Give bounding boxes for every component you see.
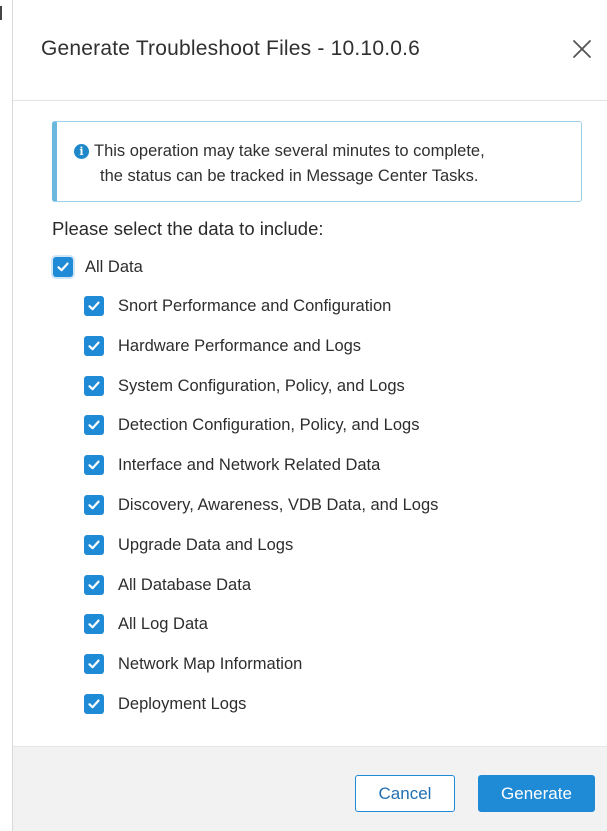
checkbox-option-label: All Log Data [118, 614, 208, 633]
generate-troubleshoot-dialog: Generate Troubleshoot Files - 10.10.0.6 … [12, 0, 607, 831]
checkbox-option-label: Interface and Network Related Data [118, 455, 381, 474]
checkbox-option-label: Network Map Information [118, 654, 303, 673]
dialog-footer: Cancel Generate [13, 746, 607, 831]
checkbox-option-box[interactable] [84, 296, 104, 316]
cancel-button[interactable]: Cancel [355, 775, 455, 812]
dialog-header: Generate Troubleshoot Files - 10.10.0.6 [13, 0, 607, 101]
checkbox-option[interactable]: Upgrade Data and Logs [84, 533, 293, 557]
info-line-2: the status can be tracked in Message Cen… [100, 167, 479, 185]
window-edge-mark [0, 6, 12, 20]
checkbox-option-label: Snort Performance and Configuration [118, 296, 392, 315]
checkmark-icon [88, 619, 100, 629]
info-message: i This operation may take several minutes… [52, 121, 582, 202]
checkmark-icon [88, 341, 100, 351]
checkbox-all-data-label: All Data [85, 257, 143, 276]
checkbox-option-box[interactable] [84, 575, 104, 595]
checkbox-option[interactable]: All Log Data [84, 612, 208, 636]
checkbox-option[interactable]: Deployment Logs [84, 692, 246, 716]
checkbox-option-box[interactable] [84, 614, 104, 634]
checkbox-option-label: Upgrade Data and Logs [118, 535, 294, 554]
checkbox-option-label: Deployment Logs [118, 694, 247, 713]
close-icon [573, 40, 591, 58]
checkbox-option-box[interactable] [84, 376, 104, 396]
checkbox-option-label: All Database Data [118, 575, 251, 594]
checkbox-option-label: System Configuration, Policy, and Logs [118, 376, 405, 395]
checkbox-option-label: Hardware Performance and Logs [118, 336, 362, 355]
generate-button[interactable]: Generate [478, 775, 595, 812]
checkbox-option[interactable]: System Configuration, Policy, and Logs [84, 374, 405, 398]
checkbox-option-label: Detection Configuration, Policy, and Log… [118, 415, 420, 434]
checkbox-option[interactable]: Discovery, Awareness, VDB Data, and Logs [84, 493, 438, 517]
dialog-title: Generate Troubleshoot Files - 10.10.0.6 [41, 37, 421, 60]
checkbox-option-box[interactable] [84, 535, 104, 555]
checkmark-icon [88, 460, 100, 470]
checkmark-icon [88, 580, 100, 590]
checkbox-all-data[interactable]: All Data [53, 255, 143, 279]
checkbox-option-box[interactable] [84, 336, 104, 356]
checkbox-option-label: Discovery, Awareness, VDB Data, and Logs [118, 495, 439, 514]
checkbox-option[interactable]: All Database Data [84, 573, 251, 597]
checkmark-icon [88, 301, 100, 311]
checkbox-option-box[interactable] [84, 694, 104, 714]
checkbox-all-data-box[interactable] [53, 257, 73, 277]
checkmark-icon [88, 381, 100, 391]
checkbox-option[interactable]: Hardware Performance and Logs [84, 334, 361, 358]
checkmark-icon [88, 659, 100, 669]
info-icon: i [74, 144, 89, 159]
checkmark-icon [88, 500, 100, 510]
checkmark-icon [88, 540, 100, 550]
checkbox-option-box[interactable] [84, 654, 104, 674]
checkbox-option-box[interactable] [84, 415, 104, 435]
checkbox-option-box[interactable] [84, 495, 104, 515]
info-line-1: i This operation may take several minutes… [74, 139, 567, 164]
select-data-prompt: Please select the data to include: [52, 218, 324, 239]
checkbox-option[interactable]: Snort Performance and Configuration [84, 294, 391, 318]
checkmark-icon [88, 420, 100, 430]
checkmark-icon [57, 262, 69, 272]
checkmark-icon [88, 699, 100, 709]
close-button[interactable] [569, 36, 595, 62]
checkbox-option[interactable]: Interface and Network Related Data [84, 453, 380, 477]
checkbox-option[interactable]: Network Map Information [84, 652, 302, 676]
checkbox-option[interactable]: Detection Configuration, Policy, and Log… [84, 413, 419, 437]
checkbox-option-box[interactable] [84, 455, 104, 475]
